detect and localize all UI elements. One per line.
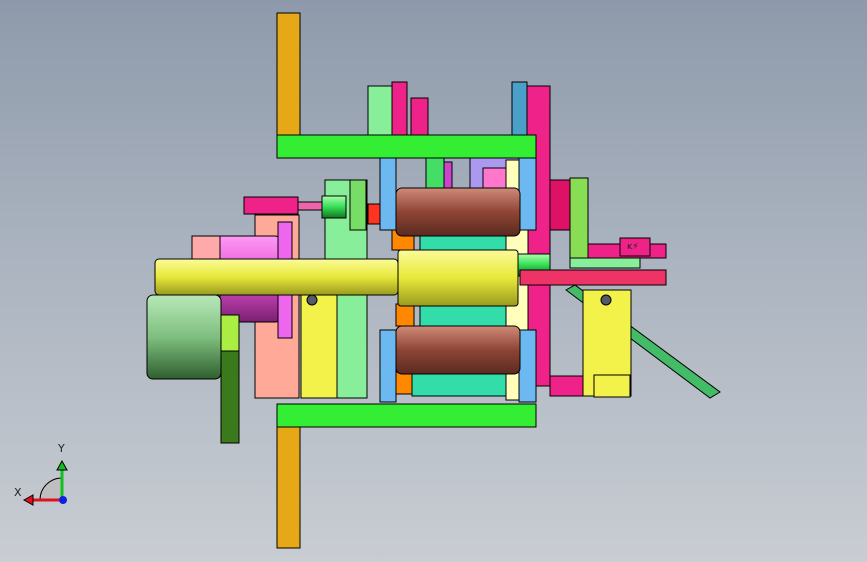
lower-roller[interactable] xyxy=(395,325,521,375)
mount-hole-right xyxy=(600,294,612,306)
gearbox-bracket-dark[interactable] xyxy=(220,350,240,444)
gearbox[interactable] xyxy=(146,294,222,380)
frame-top-bar[interactable] xyxy=(276,134,537,159)
blue-block-left-bottom[interactable] xyxy=(379,329,397,403)
right-bar-green[interactable] xyxy=(569,257,641,269)
right-yellow-cap[interactable] xyxy=(593,374,631,398)
main-shaft[interactable] xyxy=(154,258,399,296)
blue-block-right-bottom[interactable] xyxy=(518,329,537,403)
x-axis-head-icon xyxy=(22,494,34,506)
inner-teal-bottom[interactable] xyxy=(411,373,508,397)
left-plate-yellow[interactable] xyxy=(300,289,338,399)
inner-pink-block[interactable] xyxy=(482,167,509,191)
z-axis-dot-icon xyxy=(59,496,67,504)
part-tag-label: ĸ⚡ xyxy=(627,242,639,252)
blue-block-left-top[interactable] xyxy=(379,157,397,231)
inner-orange-block-low[interactable] xyxy=(395,303,415,327)
top-post[interactable] xyxy=(276,12,301,136)
assembly-model[interactable] xyxy=(0,0,867,562)
bottom-post[interactable] xyxy=(276,425,301,549)
mount-hole-left xyxy=(306,294,318,306)
y-axis-label: Y xyxy=(58,442,65,455)
upper-collar-red[interactable] xyxy=(367,203,381,225)
main-drum[interactable] xyxy=(397,249,519,307)
upper-roller[interactable] xyxy=(395,187,521,237)
right-bar-red[interactable] xyxy=(519,269,667,286)
triad-sphere-icon xyxy=(39,477,63,501)
upper-arm-pink[interactable] xyxy=(243,196,299,215)
cad-viewport[interactable]: X Y ĸ⚡ xyxy=(0,0,867,562)
frame-bottom-bar[interactable] xyxy=(276,403,537,428)
inner-green-bar[interactable] xyxy=(425,157,445,191)
right-block-crimson[interactable] xyxy=(549,179,571,231)
blue-block-right-top[interactable] xyxy=(518,157,537,231)
inner-teal-block-low[interactable] xyxy=(419,305,511,329)
inner-orange-block-bottom[interactable] xyxy=(395,371,415,395)
upper-collar-green[interactable] xyxy=(321,195,347,219)
x-axis-label: X xyxy=(14,486,22,499)
y-axis-head-icon xyxy=(56,459,68,471)
gearbox-bracket-lime[interactable] xyxy=(220,314,240,352)
right-block-lime[interactable] xyxy=(569,177,589,269)
left-plate-olive[interactable] xyxy=(349,179,367,231)
axis-triad xyxy=(22,459,68,506)
